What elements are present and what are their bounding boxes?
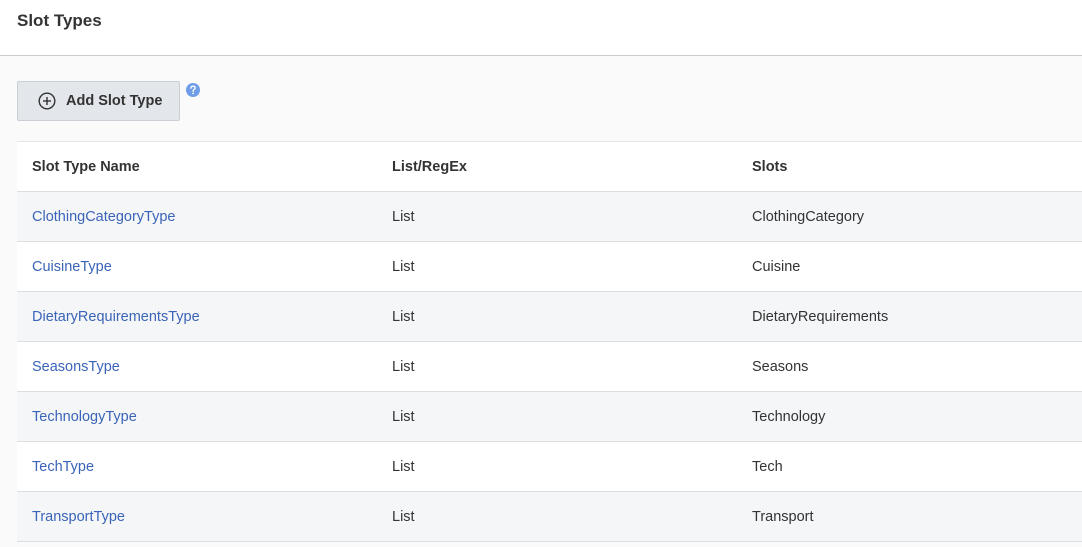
- table-header-row: Slot Type Name List/RegEx Slots: [17, 141, 1082, 192]
- table-row: TechnologyType List Technology: [17, 391, 1082, 442]
- table-row: SeasonsType List Seasons: [17, 341, 1082, 392]
- slot-type-link[interactable]: TechnologyType: [32, 409, 137, 425]
- column-header-slots[interactable]: Slots: [737, 142, 1082, 192]
- toolbar: Add Slot Type: [17, 81, 1082, 141]
- slots-cell: DietaryRequirements: [752, 308, 889, 325]
- main-content: Add Slot Type Slot Type Name List/RegEx …: [0, 56, 1082, 547]
- table-row: DietaryRequirementsType List DietaryRequ…: [17, 291, 1082, 342]
- list-regex-cell: List: [392, 358, 415, 375]
- slots-cell: ClothingCategory: [752, 208, 865, 225]
- column-header-name[interactable]: Slot Type Name: [17, 142, 377, 192]
- table-row: ClothingCategoryType List ClothingCatego…: [17, 191, 1082, 242]
- list-regex-cell: List: [392, 308, 415, 325]
- list-regex-cell: List: [392, 508, 415, 525]
- slot-type-link[interactable]: CuisineType: [32, 259, 112, 275]
- page-header: Slot Types: [0, 0, 1082, 56]
- slot-type-link[interactable]: TransportType: [32, 509, 125, 525]
- slot-type-link[interactable]: ClothingCategoryType: [32, 209, 175, 225]
- list-regex-cell: List: [392, 258, 415, 275]
- plus-circle-icon: [38, 92, 56, 110]
- list-regex-cell: List: [392, 208, 415, 225]
- table-row: TechType List Tech: [17, 441, 1082, 492]
- table-row: CuisineType List Cuisine: [17, 241, 1082, 292]
- slots-cell: Seasons: [752, 358, 809, 375]
- slots-cell: Cuisine: [752, 258, 801, 275]
- column-header-type[interactable]: List/RegEx: [377, 142, 737, 192]
- add-slot-type-button[interactable]: Add Slot Type: [17, 81, 180, 121]
- slots-cell: Technology: [752, 408, 826, 425]
- add-slot-type-label: Add Slot Type: [66, 93, 163, 109]
- slot-type-link[interactable]: DietaryRequirementsType: [32, 309, 200, 325]
- list-regex-cell: List: [392, 408, 415, 425]
- table-row: TransportType List Transport: [17, 491, 1082, 542]
- page-title: Slot Types: [17, 10, 102, 30]
- slot-type-link[interactable]: SeasonsType: [32, 359, 120, 375]
- slots-cell: Tech: [752, 458, 783, 475]
- list-regex-cell: List: [392, 458, 415, 475]
- slot-type-link[interactable]: TechType: [32, 459, 94, 475]
- question-circle-icon[interactable]: [186, 83, 200, 97]
- slots-cell: Transport: [752, 508, 814, 525]
- slot-types-table: Slot Type Name List/RegEx Slots Clothing…: [17, 141, 1082, 542]
